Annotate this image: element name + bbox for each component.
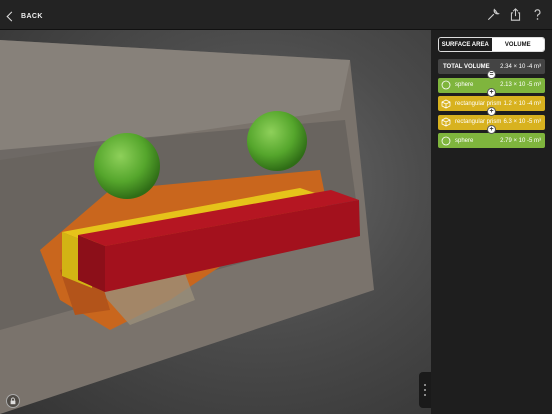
measurement-panel: SURFACE AREA VOLUME TOTAL VOLUME 2.34 × … bbox=[431, 30, 552, 414]
dot-icon bbox=[424, 384, 426, 386]
shape-value: 2.13 × 10 -5 m³ bbox=[500, 82, 541, 88]
dot-icon bbox=[424, 394, 426, 396]
chevron-left-icon bbox=[6, 11, 17, 21]
back-label: BACK bbox=[21, 12, 43, 20]
cube-icon bbox=[441, 117, 451, 127]
plus-operator-icon: + bbox=[487, 106, 496, 116]
sphere-icon bbox=[441, 80, 451, 90]
tab-volume[interactable]: VOLUME bbox=[491, 38, 544, 51]
back-button[interactable]: BACK bbox=[6, 9, 43, 23]
shape-label: rectangular prism bbox=[455, 119, 502, 125]
dot-icon bbox=[424, 389, 426, 391]
shape-label: rectangular prism bbox=[455, 100, 502, 107]
panel-toggle-handle[interactable] bbox=[419, 372, 431, 408]
share-icon[interactable] bbox=[508, 7, 522, 21]
shape-label: sphere bbox=[455, 82, 474, 88]
shape-value: 1.2 × 10 -4 m³ bbox=[503, 100, 541, 107]
shape-label: sphere bbox=[455, 137, 474, 144]
wrench-icon[interactable] bbox=[486, 7, 500, 21]
top-bar: BACK bbox=[0, 0, 552, 30]
ar-viewport[interactable] bbox=[0, 30, 431, 414]
shape-value: 6.3 × 10 -5 m³ bbox=[503, 119, 541, 125]
sphere-icon bbox=[441, 136, 451, 146]
measure-mode-toggle: SURFACE AREA VOLUME bbox=[438, 37, 545, 52]
shape-value: 2.79 × 10 -5 m³ bbox=[500, 137, 541, 144]
shape-row-sphere[interactable]: sphere 2.79 × 10 -5 m³ bbox=[438, 133, 545, 148]
equals-operator-icon: = bbox=[487, 69, 496, 79]
sphere-left bbox=[94, 133, 160, 199]
help-icon[interactable] bbox=[530, 7, 544, 21]
lock-button[interactable] bbox=[6, 394, 20, 408]
plus-operator-icon: + bbox=[487, 88, 496, 97]
sphere-right bbox=[247, 111, 307, 171]
lock-icon bbox=[10, 397, 16, 405]
tab-surface-area[interactable]: SURFACE AREA bbox=[439, 38, 492, 51]
cube-icon bbox=[441, 99, 451, 109]
measurement-list: TOTAL VOLUME 2.34 × 10 -4 m³ sphere 2.13… bbox=[438, 59, 545, 152]
total-volume-value: 2.34 × 10 -4 m³ bbox=[500, 63, 541, 70]
total-volume-label: TOTAL VOLUME bbox=[443, 63, 490, 70]
ar-scene bbox=[0, 40, 374, 414]
plus-operator-icon: + bbox=[487, 125, 496, 134]
